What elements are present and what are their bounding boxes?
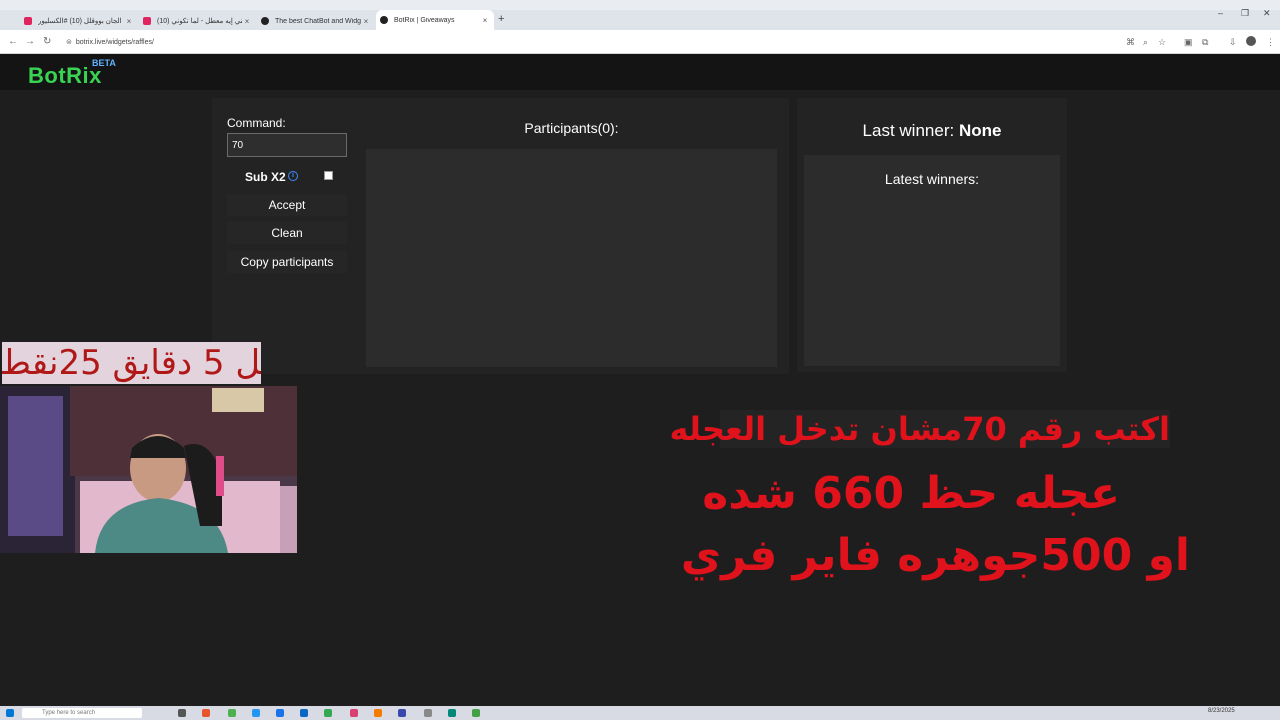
taskbar-app-icon[interactable] [202,709,210,717]
translate-icon[interactable]: ⌘ [1126,37,1135,48]
participants-list [366,149,777,367]
close-icon[interactable]: × [480,16,490,25]
restore-icon[interactable]: ❐ [1241,8,1249,19]
webcam-image [0,386,297,553]
start-icon[interactable] [6,709,14,717]
taskbar-app-icon[interactable] [276,709,284,717]
browser-tab-2[interactable]: (10) يعني إيه معطل - لما تكوني × [139,12,256,30]
site-header [0,54,1280,90]
browser-tab-active[interactable]: BotRix | Giveaways × [376,10,494,30]
latest-winners-heading: Latest winners: [884,171,980,187]
overlay-wheel-line: عجله حظ 660 شده [702,468,1120,519]
sub-x2-checkbox[interactable] [324,171,333,180]
webcam-feed [0,386,297,553]
back-icon[interactable]: ← [8,36,18,47]
taskbar-app-icon[interactable] [300,709,308,717]
address-field[interactable]: ⊜ botrix.live/widgets/raffles/ [62,34,1122,50]
close-icon[interactable]: × [361,17,371,26]
tab-title: BotRix | Giveaways [394,16,455,24]
info-icon[interactable]: i [288,171,298,181]
github-icon [380,16,388,24]
beta-badge: BETA [92,58,116,68]
taskbar-app-icon[interactable] [448,709,456,717]
downloads-icon[interactable]: ⇩ [1229,37,1237,48]
url-text: botrix.live/widgets/raffles/ [75,38,154,46]
youtube-icon [24,17,32,25]
command-label: Command: [227,116,286,130]
taskbar-search-input[interactable]: Type here to search [22,708,142,718]
tab-title: خط الجان بووقلل (10) #الكسليور [38,18,124,25]
taskbar-app-icon[interactable] [374,709,382,717]
command-input[interactable] [227,133,347,157]
profile-avatar[interactable] [1246,36,1256,46]
overlay-instruction-line: اكتب رقم 70مشان تدخل العجله [669,410,1170,448]
task-view-icon[interactable] [178,709,186,717]
reload-icon[interactable]: ↻ [43,36,51,47]
youtube-icon [143,17,151,25]
bookmark-star-icon[interactable]: ☆ [1158,37,1166,48]
copy-participants-button[interactable]: Copy participants [227,251,347,273]
tab-title: The best ChatBot and Widgets [275,17,361,25]
sub-x2-label: Sub X2 [245,170,286,184]
zoom-icon[interactable]: ⌕ [1143,37,1148,48]
participants-heading: Participants(0): [524,120,619,136]
browser-tab-3[interactable]: The best ChatBot and Widgets × [257,12,375,30]
botrix-logo[interactable]: BotRix [28,63,102,89]
tab-title: (10) يعني إيه معطل - لما تكوني [157,18,242,25]
window-close-icon[interactable]: ✕ [1263,8,1271,19]
points-banner: كل 5 دقايق 25نقطه [2,342,261,384]
menu-icon[interactable]: ⋮ [1266,37,1275,48]
taskbar-app-icon[interactable] [472,709,480,717]
taskbar-date: 8/23/2025 [1208,708,1235,714]
last-winner-value: None [958,121,1002,140]
os-taskbar [0,706,1280,720]
chrome-icon[interactable] [324,709,332,717]
taskbar-app-icon[interactable] [228,709,236,717]
last-winner-heading: Last winner: None [800,121,1064,141]
taskbar-app-icon[interactable] [398,709,406,717]
taskbar-app-icon[interactable] [424,709,432,717]
tabstrip-top-bar [0,0,1280,10]
site-info-icon[interactable]: ⊜ [66,38,72,46]
extension-icon[interactable]: ▣ [1184,37,1193,48]
forward-icon[interactable]: → [25,36,35,47]
github-icon [261,17,269,25]
clean-button[interactable]: Clean [227,222,347,244]
accept-button[interactable]: Accept [227,194,347,216]
taskbar-app-icon[interactable] [350,709,358,717]
close-icon[interactable]: × [242,17,252,26]
browser-tab-1[interactable]: خط الجان بووقلل (10) #الكسليور × [20,12,138,30]
last-winner-label: Last winner: [862,121,959,140]
taskbar-app-icon[interactable] [252,709,260,717]
overlay-prize-line: او 500جوهره فاير فري [680,530,1190,581]
close-icon[interactable]: × [124,17,134,26]
puzzle-icon[interactable]: ⧉ [1202,37,1208,48]
minimize-icon[interactable]: – [1218,8,1223,18]
new-tab-button[interactable]: + [498,13,504,25]
